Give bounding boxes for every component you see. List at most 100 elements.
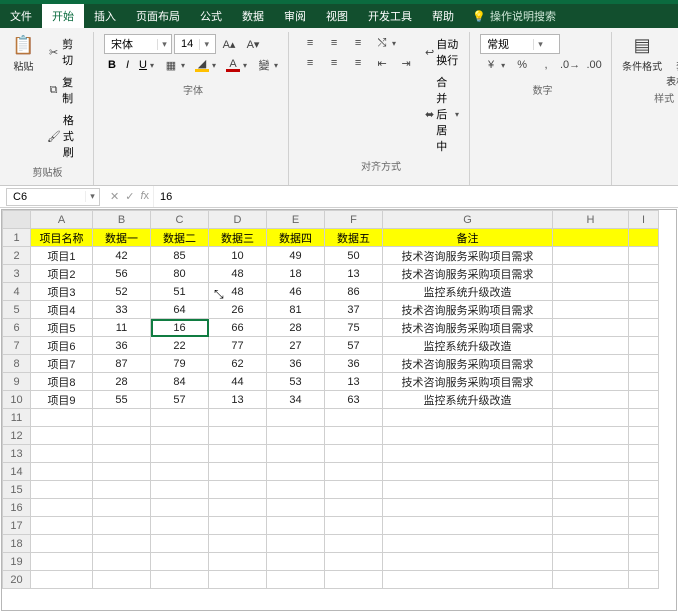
cell[interactable]: 34 xyxy=(267,391,325,409)
cell[interactable] xyxy=(209,445,267,463)
cell[interactable] xyxy=(209,427,267,445)
cell[interactable]: 57 xyxy=(325,337,383,355)
cell[interactable]: 37 xyxy=(325,301,383,319)
cell[interactable]: 77 xyxy=(209,337,267,355)
cell[interactable]: 33 xyxy=(93,301,151,319)
cell[interactable] xyxy=(629,535,659,553)
formula-input[interactable]: 16 xyxy=(153,186,678,207)
conditional-format-button[interactable]: ▤ 条件格式 xyxy=(622,34,662,73)
cell[interactable]: 技术咨询服务采购项目需求 xyxy=(383,373,553,391)
cell[interactable] xyxy=(93,463,151,481)
row-header[interactable]: 13 xyxy=(3,445,31,463)
cell[interactable]: 项目7 xyxy=(31,355,93,373)
cell[interactable] xyxy=(93,535,151,553)
cell[interactable] xyxy=(31,535,93,553)
row-header[interactable]: 10 xyxy=(3,391,31,409)
cell[interactable] xyxy=(209,481,267,499)
border-button[interactable]: ▦▾ xyxy=(160,56,189,74)
col-header-C[interactable]: C xyxy=(151,211,209,229)
cell[interactable] xyxy=(629,355,659,373)
cell[interactable] xyxy=(553,391,629,409)
cell[interactable] xyxy=(325,445,383,463)
cell[interactable]: 16 xyxy=(151,319,209,337)
cell[interactable] xyxy=(267,445,325,463)
cell[interactable]: 28 xyxy=(267,319,325,337)
row-header[interactable]: 9 xyxy=(3,373,31,391)
cell[interactable] xyxy=(209,553,267,571)
cell[interactable] xyxy=(553,427,629,445)
menu-插入[interactable]: 插入 xyxy=(84,4,126,28)
cell[interactable]: 数据五 xyxy=(325,229,383,247)
cell[interactable]: 75 xyxy=(325,319,383,337)
cell[interactable]: 监控系统升级改造 xyxy=(383,337,553,355)
cell[interactable] xyxy=(31,463,93,481)
cell[interactable] xyxy=(267,409,325,427)
col-header-H[interactable]: H xyxy=(553,211,629,229)
cell[interactable]: 48 xyxy=(209,283,267,301)
cell[interactable] xyxy=(325,499,383,517)
cell[interactable]: 项目5 xyxy=(31,319,93,337)
menu-数据[interactable]: 数据 xyxy=(232,4,274,28)
menu-视图[interactable]: 视图 xyxy=(316,4,358,28)
cell[interactable]: 86 xyxy=(325,283,383,301)
cell[interactable] xyxy=(553,337,629,355)
cell[interactable] xyxy=(553,355,629,373)
cell[interactable] xyxy=(553,445,629,463)
cell[interactable] xyxy=(553,571,629,589)
cell[interactable] xyxy=(93,571,151,589)
cell[interactable]: 44 xyxy=(209,373,267,391)
select-all-corner[interactable] xyxy=(3,211,31,229)
wrap-text-button[interactable]: ↩自动换行 xyxy=(421,34,463,70)
row-header[interactable]: 3 xyxy=(3,265,31,283)
cell[interactable] xyxy=(93,553,151,571)
cell[interactable]: 13 xyxy=(209,391,267,409)
cell[interactable] xyxy=(151,463,209,481)
cell[interactable]: 监控系统升级改造 xyxy=(383,283,553,301)
cell[interactable]: 27 xyxy=(267,337,325,355)
cell[interactable]: 监控系统升级改造 xyxy=(383,391,553,409)
cell[interactable] xyxy=(151,535,209,553)
cell[interactable] xyxy=(151,481,209,499)
fill-color-button[interactable]: ◢▾ xyxy=(191,56,220,74)
cell[interactable]: 36 xyxy=(325,355,383,373)
cell[interactable] xyxy=(383,499,553,517)
cell[interactable]: 项目名称 xyxy=(31,229,93,247)
cell[interactable] xyxy=(553,535,629,553)
cell[interactable]: 技术咨询服务采购项目需求 xyxy=(383,265,553,283)
font-size-combo[interactable]: 14▾ xyxy=(174,34,216,54)
row-header[interactable]: 14 xyxy=(3,463,31,481)
cell[interactable] xyxy=(209,571,267,589)
row-header[interactable]: 5 xyxy=(3,301,31,319)
row-header[interactable]: 20 xyxy=(3,571,31,589)
col-header-E[interactable]: E xyxy=(267,211,325,229)
cell[interactable] xyxy=(151,445,209,463)
cell[interactable] xyxy=(31,445,93,463)
cell[interactable] xyxy=(629,373,659,391)
cell[interactable] xyxy=(93,445,151,463)
cell[interactable] xyxy=(553,265,629,283)
percent-button[interactable]: % xyxy=(511,56,533,74)
tell-me-hint[interactable]: 💡 操作说明搜索 xyxy=(464,4,556,28)
col-header-A[interactable]: A xyxy=(31,211,93,229)
cell[interactable] xyxy=(93,427,151,445)
cell[interactable]: 数据四 xyxy=(267,229,325,247)
row-header[interactable]: 2 xyxy=(3,247,31,265)
cell[interactable] xyxy=(325,481,383,499)
cell[interactable] xyxy=(553,247,629,265)
cell[interactable] xyxy=(553,499,629,517)
cell[interactable]: 技术咨询服务采购项目需求 xyxy=(383,355,553,373)
cell[interactable] xyxy=(383,445,553,463)
row-header[interactable]: 6 xyxy=(3,319,31,337)
cell[interactable] xyxy=(383,535,553,553)
phonetic-button[interactable]: 變▾ xyxy=(253,56,282,74)
menu-开始[interactable]: 开始 xyxy=(42,4,84,28)
cell[interactable]: 81 xyxy=(267,301,325,319)
indent-inc-button[interactable]: ⇥ xyxy=(395,54,417,72)
cell[interactable]: 57 xyxy=(151,391,209,409)
cell[interactable]: 10 xyxy=(209,247,267,265)
cell[interactable] xyxy=(553,553,629,571)
cell[interactable] xyxy=(209,409,267,427)
menu-帮助[interactable]: 帮助 xyxy=(422,4,464,28)
cell[interactable]: 18 xyxy=(267,265,325,283)
cell[interactable]: 技术咨询服务采购项目需求 xyxy=(383,247,553,265)
